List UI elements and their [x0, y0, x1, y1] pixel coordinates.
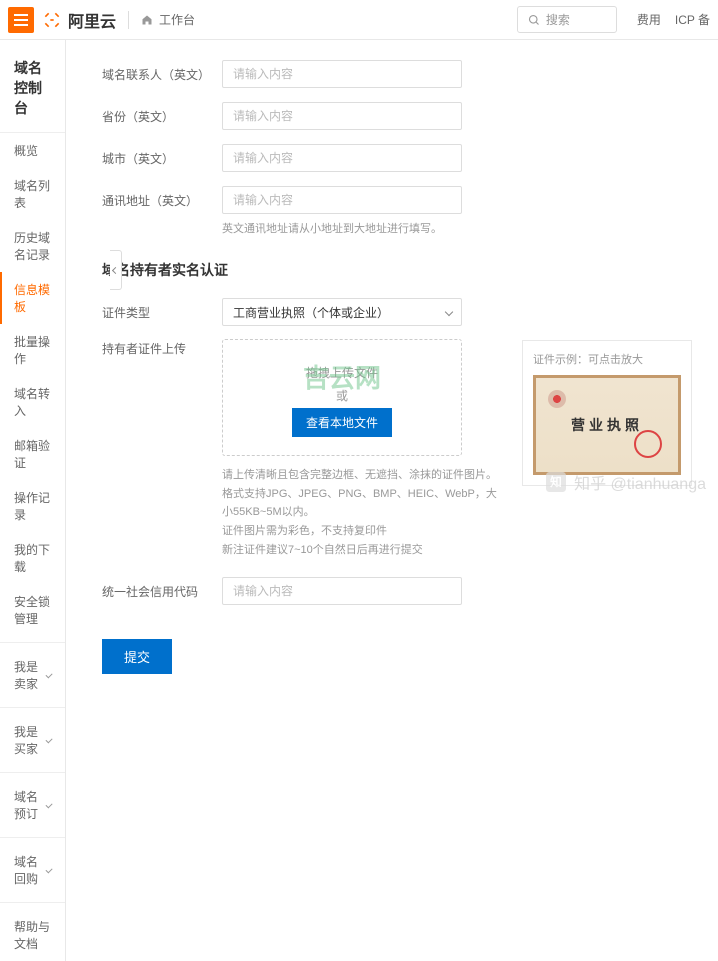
logo[interactable]: 阿里云 — [42, 8, 116, 32]
input-city[interactable] — [222, 144, 462, 172]
nav-oplog[interactable]: 操作记录 — [0, 480, 65, 532]
auth-section-title: 域名持有者实名认证 — [102, 260, 692, 280]
cert-example[interactable]: 证件示例：可点击放大 营业执照 — [522, 340, 692, 486]
nav-history[interactable]: 历史域名记录 — [0, 220, 65, 272]
label-city: 城市（英文） — [102, 150, 222, 167]
browse-button[interactable]: 查看本地文件 — [292, 408, 392, 437]
label-upload: 持有者证件上传 — [102, 340, 222, 357]
upload-dropzone[interactable]: 吉云网 拖拽上传文件 或 查看本地文件 — [222, 339, 462, 456]
select-cert-type[interactable] — [222, 298, 462, 326]
header-link-icp[interactable]: ICP 备 — [675, 11, 710, 28]
nav-buyback[interactable]: 域名回购 — [0, 844, 65, 896]
svg-text:知: 知 — [549, 475, 562, 489]
sidebar-title: 域名控制台 — [0, 50, 65, 133]
menu-toggle[interactable] — [8, 7, 34, 33]
input-credit-code[interactable] — [222, 577, 462, 605]
label-contact: 域名联系人（英文） — [102, 66, 222, 83]
submit-button[interactable]: 提交 — [102, 639, 172, 674]
upload-drag-text: 拖拽上传文件 — [233, 364, 451, 381]
sidebar: 域名控制台 概览 域名列表 历史域名记录 信息模板 批量操作 域名转入 邮箱验证… — [0, 40, 66, 961]
nav-overview[interactable]: 概览 — [0, 133, 65, 168]
upload-or: 或 — [233, 387, 451, 404]
search-icon — [528, 14, 540, 26]
nav-buyer[interactable]: 我是买家 — [0, 714, 65, 766]
nav-security[interactable]: 安全锁管理 — [0, 584, 65, 636]
sidebar-collapse[interactable] — [110, 250, 122, 290]
nav-transfer[interactable]: 域名转入 — [0, 376, 65, 428]
nav-bulk[interactable]: 批量操作 — [0, 324, 65, 376]
nav-downloads[interactable]: 我的下载 — [0, 532, 65, 584]
label-address: 通讯地址（英文） — [102, 192, 222, 209]
home-icon — [141, 14, 153, 26]
workbench-link[interactable]: 工作台 — [141, 11, 195, 28]
nav-email[interactable]: 邮箱验证 — [0, 428, 65, 480]
zhihu-watermark: 知 知乎 @tianhuanga — [546, 470, 706, 494]
nav-preorder[interactable]: 域名预订 — [0, 779, 65, 831]
upload-hints: 请上传清晰且包含完整边框、无遮挡、涂抹的证件图片。 格式支持JPG、JPEG、P… — [222, 466, 502, 559]
nav-domain-list[interactable]: 域名列表 — [0, 168, 65, 220]
example-title: 证件示例：可点击放大 — [533, 351, 681, 367]
nav-info-template[interactable]: 信息模板 — [0, 272, 65, 324]
input-contact[interactable] — [222, 60, 462, 88]
address-hint: 英文通讯地址请从小地址到大地址进行填写。 — [222, 220, 692, 236]
header-link-fee[interactable]: 费用 — [637, 11, 661, 28]
search-input[interactable]: 搜索 — [517, 6, 617, 33]
label-cert-type: 证件类型 — [102, 304, 222, 321]
input-address[interactable] — [222, 186, 462, 214]
label-province: 省份（英文） — [102, 108, 222, 125]
cert-sample-image: 营业执照 — [533, 375, 681, 475]
nav-seller[interactable]: 我是卖家 — [0, 649, 65, 701]
content: 域名联系人（英文） 省份（英文） 城市（英文） 通讯地址（英文） 英文通讯地址请… — [66, 40, 718, 961]
input-province[interactable] — [222, 102, 462, 130]
label-credit-code: 统一社会信用代码 — [102, 583, 222, 600]
nav-help[interactable]: 帮助与文档 — [0, 909, 65, 961]
brand-text: 阿里云 — [68, 8, 116, 32]
